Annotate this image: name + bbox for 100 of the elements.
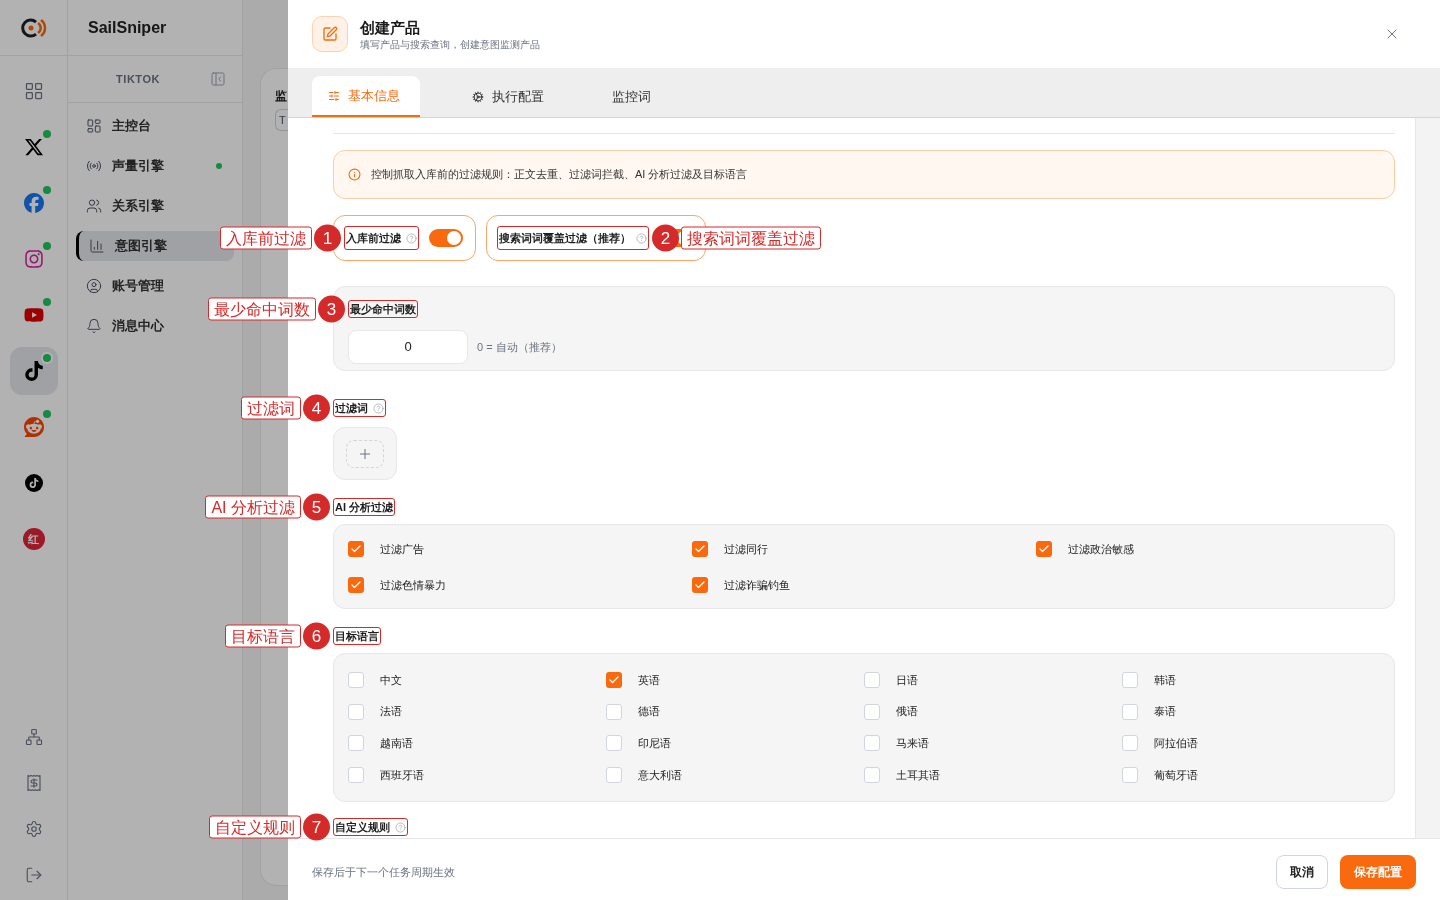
checkbox-label: 过滤政治敏感 xyxy=(1068,542,1134,557)
checkbox[interactable] xyxy=(348,671,364,688)
checkbox-label: 过滤广告 xyxy=(380,542,424,557)
platform-button[interactable] xyxy=(9,347,58,395)
bar-chart-icon xyxy=(89,238,105,254)
checkbox-label: 中文 xyxy=(380,672,402,688)
x-logo-icon xyxy=(23,137,44,157)
checkbox[interactable] xyxy=(606,735,622,752)
brand-name: SailSniper xyxy=(88,17,167,38)
field-label: AI 分析过滤 xyxy=(335,500,394,514)
annotation-tooltip: 搜索词词覆盖过滤 xyxy=(681,226,821,250)
nav-item[interactable]: 主控台 xyxy=(76,111,234,141)
facebook-logo-icon xyxy=(23,193,44,213)
bell-icon xyxy=(86,318,102,334)
field-label: 入库前过滤 xyxy=(346,231,401,245)
checkbox[interactable] xyxy=(606,671,622,688)
annotation-tooltip: 自定义规则 xyxy=(209,815,301,839)
grid-icon xyxy=(23,81,44,101)
step-number-tooltip: 5 xyxy=(303,493,330,521)
platform-title: TIKTOK xyxy=(116,71,161,87)
tiktok-logo-icon xyxy=(23,361,44,381)
edit-icon xyxy=(312,16,348,52)
checkbox[interactable] xyxy=(864,671,880,688)
checkbox[interactable] xyxy=(606,767,622,784)
hint-text: 0 = 自动（推荐） xyxy=(477,339,562,355)
tiktok-logo-icon xyxy=(24,474,43,492)
checkbox[interactable] xyxy=(348,735,364,752)
sliders-icon xyxy=(328,89,340,102)
annotation-tooltip: AI 分析过滤 xyxy=(205,495,301,519)
checkbox-label: 越南语 xyxy=(380,736,413,752)
checkbox-label: 西班牙语 xyxy=(380,767,424,783)
logout-icon[interactable] xyxy=(24,866,43,884)
instagram-logo-icon xyxy=(23,249,44,269)
dashboard-icon xyxy=(86,118,102,134)
field-label: 搜索词词覆盖过滤（推荐） xyxy=(499,231,631,245)
checkbox-label: 俄语 xyxy=(896,704,918,720)
field-label: 最少命中词数 xyxy=(350,302,416,316)
checkbox-label: 印尼语 xyxy=(638,736,671,752)
checkbox[interactable] xyxy=(692,541,708,558)
number-input[interactable]: 0 xyxy=(348,330,468,364)
checkbox-label: 葡萄牙语 xyxy=(1154,767,1198,783)
network-icon[interactable] xyxy=(24,728,43,746)
checkbox[interactable] xyxy=(1122,735,1138,752)
xiaohongshu-logo: 红 xyxy=(22,528,45,550)
checkbox[interactable] xyxy=(1122,703,1138,720)
info-icon xyxy=(348,168,361,181)
checkbox-label: 过滤同行 xyxy=(724,542,768,557)
users-icon xyxy=(86,198,102,214)
checkbox[interactable] xyxy=(348,767,364,784)
broadcast-icon xyxy=(86,158,102,174)
checkbox-label: 阿拉伯语 xyxy=(1154,736,1198,752)
checkbox[interactable] xyxy=(1036,541,1052,558)
field-label: 自定义规则 xyxy=(335,820,390,834)
youtube-logo-icon xyxy=(23,305,44,325)
step-number-tooltip: 7 xyxy=(303,813,330,841)
nav-item[interactable]: 声量引擎 xyxy=(76,151,234,181)
checkbox[interactable] xyxy=(692,576,708,593)
checkbox-label: 英语 xyxy=(638,672,660,688)
checkbox[interactable] xyxy=(348,703,364,720)
field-label: 过滤词 xyxy=(335,401,368,415)
user-icon xyxy=(86,278,102,294)
toggle-switch[interactable] xyxy=(429,229,463,247)
checkbox-label: 过滤色情暴力 xyxy=(380,577,446,593)
annotation-tooltip: 目标语言 xyxy=(225,624,301,648)
checkbox[interactable] xyxy=(864,703,880,720)
cancel-button[interactable]: 取消 xyxy=(1276,855,1328,889)
checkbox[interactable] xyxy=(1122,767,1138,784)
checkbox-label: 泰语 xyxy=(1154,704,1176,720)
card-heading: 监 xyxy=(275,88,288,105)
step-number-tooltip: 4 xyxy=(303,394,330,422)
checkbox-label: 马来语 xyxy=(896,736,929,752)
nav-item[interactable]: 关系引擎 xyxy=(76,191,234,221)
settings-icon[interactable] xyxy=(24,820,43,838)
step-number-tooltip: 2 xyxy=(652,224,679,252)
help-icon[interactable] xyxy=(406,232,417,244)
collapse-icon[interactable] xyxy=(210,71,226,87)
help-icon[interactable] xyxy=(373,402,384,414)
checkbox[interactable] xyxy=(348,576,364,593)
footer-note: 保存后于下一个任务周期生效 xyxy=(312,864,455,880)
checkbox-label: 意大利语 xyxy=(638,767,682,783)
checkbox-label: 土耳其语 xyxy=(896,767,940,783)
checkbox[interactable] xyxy=(606,703,622,720)
add-button[interactable] xyxy=(346,439,384,468)
tab[interactable]: 监控词 xyxy=(596,76,667,117)
checkbox[interactable] xyxy=(864,767,880,784)
tab[interactable]: 执行配置 xyxy=(456,76,560,117)
step-number-tooltip: 3 xyxy=(318,295,345,323)
help-icon[interactable] xyxy=(395,821,406,833)
help-icon[interactable] xyxy=(636,232,647,244)
annotation-tooltip: 过滤词 xyxy=(241,396,301,420)
checkbox[interactable] xyxy=(1122,671,1138,688)
checkbox[interactable] xyxy=(864,735,880,752)
bill-icon[interactable] xyxy=(24,774,43,792)
step-number-tooltip: 1 xyxy=(314,224,341,252)
field-label: 目标语言 xyxy=(335,629,379,643)
annotation-tooltip: 最少命中词数 xyxy=(208,297,316,321)
platform-button[interactable]: 红 xyxy=(9,515,58,563)
reddit-logo-icon xyxy=(23,417,44,437)
notice-text: 控制抓取入库前的过滤规则：正文去重、过滤词拦截、AI 分析过滤及目标语言 xyxy=(371,167,748,183)
checkbox[interactable] xyxy=(348,541,364,558)
